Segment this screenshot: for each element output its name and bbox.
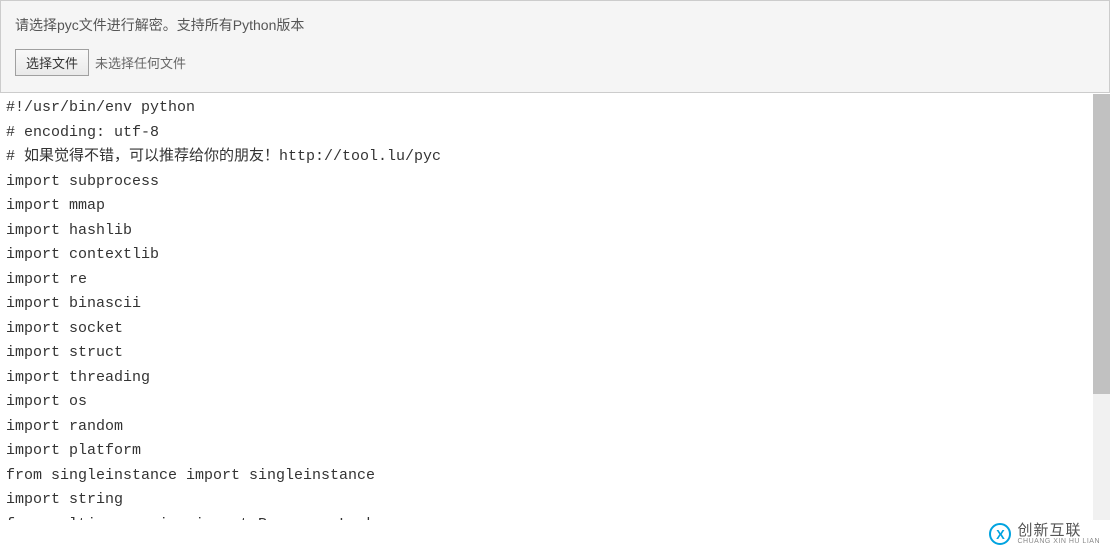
file-selector-row: 选择文件 未选择任何文件 [15, 49, 1095, 76]
code-line: import re [6, 268, 1104, 293]
code-line: import random [6, 415, 1104, 440]
watermark-text: 创新互联 CHUANG XIN HU LIAN [1017, 523, 1100, 545]
code-line: import mmap [6, 194, 1104, 219]
code-line: import struct [6, 341, 1104, 366]
watermark-logo: 创新互联 CHUANG XIN HU LIAN [985, 521, 1104, 547]
watermark-main-text: 创新互联 [1017, 523, 1100, 538]
scrollbar-track[interactable] [1093, 94, 1110, 520]
code-line: import subprocess [6, 170, 1104, 195]
watermark-sub-text: CHUANG XIN HU LIAN [1017, 538, 1100, 545]
code-line: import os [6, 390, 1104, 415]
code-line: import threading [6, 366, 1104, 391]
code-line: from singleinstance import singleinstanc… [6, 464, 1104, 489]
brand-icon [989, 523, 1011, 545]
code-line: import contextlib [6, 243, 1104, 268]
code-line: # 如果觉得不错，可以推荐给你的朋友！http://tool.lu/pyc [6, 145, 1104, 170]
no-file-selected-text: 未选择任何文件 [95, 53, 186, 72]
code-output-container: #!/usr/bin/env python# encoding: utf-8# … [0, 93, 1110, 520]
code-line: import platform [6, 439, 1104, 464]
code-line: import binascii [6, 292, 1104, 317]
upload-panel: 请选择pyc文件进行解密。支持所有Python版本 选择文件 未选择任何文件 [0, 0, 1110, 93]
code-line: import socket [6, 317, 1104, 342]
code-line: import string [6, 488, 1104, 513]
upload-description: 请选择pyc文件进行解密。支持所有Python版本 [15, 15, 1095, 35]
code-line: #!/usr/bin/env python [6, 96, 1104, 121]
decompiled-code[interactable]: #!/usr/bin/env python# encoding: utf-8# … [0, 94, 1110, 520]
code-line: # encoding: utf-8 [6, 121, 1104, 146]
choose-file-button[interactable]: 选择文件 [15, 49, 89, 76]
code-line: import hashlib [6, 219, 1104, 244]
scrollbar-thumb[interactable] [1093, 94, 1110, 394]
code-line: from multiprocessing import Process, Loc… [6, 513, 1104, 521]
